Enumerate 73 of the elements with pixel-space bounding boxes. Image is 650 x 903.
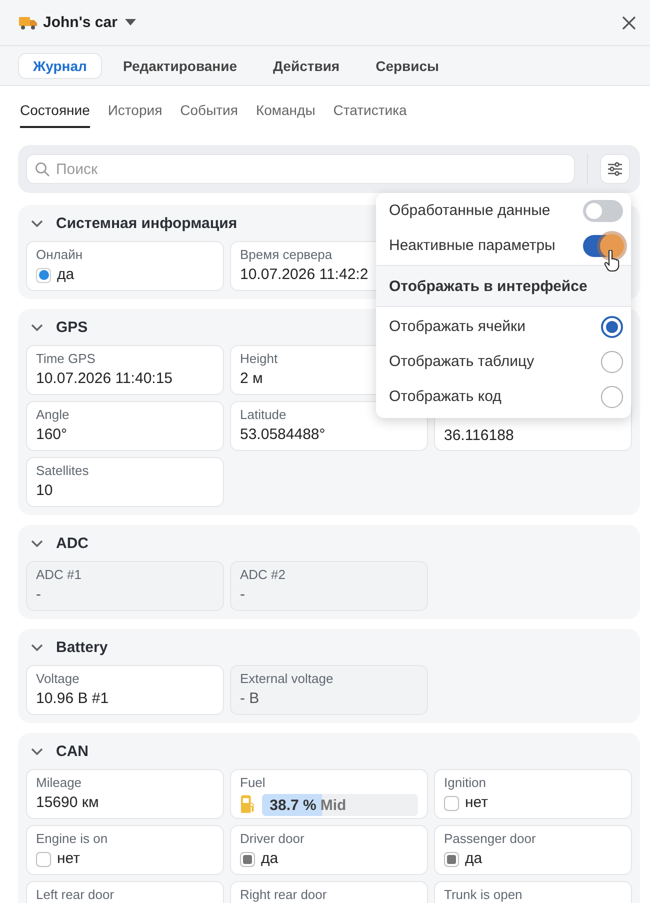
toggle-switch[interactable] (583, 200, 623, 222)
tab[interactable]: Редактирование (108, 52, 252, 78)
section-title: ADC (56, 534, 88, 552)
cell-value: 10.07.2026 11:40:15 (36, 370, 174, 388)
tab[interactable]: Действия (258, 52, 355, 78)
cell-label: Left rear door (36, 887, 116, 902)
toggle-switch[interactable] (583, 234, 623, 256)
fuel-level-note: Mid (320, 796, 346, 814)
option-label: Отображать код (389, 388, 502, 405)
cell-value: - (240, 586, 246, 604)
cell-value: 160° (36, 426, 68, 444)
cell-value: 53.0584488° (240, 426, 326, 444)
cell-value: 10.96 В #1 (36, 690, 110, 708)
sub-tab[interactable]: Состояние (20, 102, 90, 128)
section-title: Battery (56, 638, 108, 656)
toggle-label: Неактивные параметры (389, 237, 556, 254)
sliders-icon (607, 162, 623, 176)
settings-button[interactable] (600, 154, 630, 184)
fuel-percent: 38.7 % (270, 796, 316, 814)
cell-label: Онлайн (36, 247, 84, 262)
radio-button[interactable] (601, 350, 623, 372)
tab[interactable]: Сервисы (360, 52, 454, 78)
cell-value: 36.116188 (444, 427, 515, 445)
option-label: Отображать ячейки (389, 318, 526, 335)
cell-label: Voltage (36, 671, 80, 686)
cell-label: ADC #1 (36, 567, 83, 582)
cell-label: Trunk is open (444, 887, 524, 902)
cell-label: Time GPS (36, 351, 96, 366)
close-icon[interactable] (622, 16, 636, 30)
cell-value: 15690 км (36, 794, 100, 812)
cell-label: Right rear door (240, 887, 328, 902)
cell-value: - В (240, 690, 260, 708)
cell-label: Ignition (444, 775, 487, 790)
toggle-label: Обработанные данные (389, 202, 550, 219)
cell-value: да (465, 850, 482, 868)
cell-value: 2 м (240, 370, 264, 388)
window-title: John's car (43, 14, 118, 31)
cell-label: Fuel (240, 775, 266, 790)
cell-label: Latitude (240, 407, 288, 422)
cell-value: да (57, 266, 74, 284)
cell-label: Mileage (36, 775, 83, 790)
tab[interactable]: Журнал (18, 52, 102, 78)
section-title: Системная информация (56, 214, 238, 232)
cell-label: Driver door (240, 831, 306, 846)
section-title: GPS (56, 318, 88, 336)
cell-value: нет (465, 794, 488, 812)
option-label: Отображать таблицу (389, 353, 534, 370)
cell-value: 10.07.2026 11:42:2 (240, 266, 370, 284)
sub-tab[interactable]: Статистика (333, 102, 407, 128)
cell-value: да (261, 850, 278, 868)
cell-label: External voltage (240, 671, 334, 686)
search-field[interactable]: Поиск (26, 154, 575, 184)
cell-label: Satellites (36, 463, 90, 478)
sub-tab[interactable]: История (108, 102, 162, 128)
cell-value: - (36, 586, 42, 604)
sub-tab[interactable]: События (180, 102, 238, 128)
search-input[interactable]: Поиск (54, 160, 566, 178)
popup-heading: Отображать в интерфейсе (389, 278, 588, 294)
truck-icon (19, 16, 37, 30)
search-icon (35, 162, 50, 176)
sub-tab[interactable]: Команды (256, 102, 316, 128)
section-title: CAN (56, 742, 88, 760)
cell-label: Passenger door (444, 831, 537, 846)
cell-label: Engine is on (36, 831, 109, 846)
cell-label: Angle (36, 407, 70, 422)
cell-label: ADC #2 (240, 567, 287, 582)
dropdown-caret-icon[interactable] (125, 19, 136, 26)
cell-label: Время сервера (240, 247, 334, 262)
radio-button[interactable] (601, 316, 623, 338)
cell-value: нет (57, 850, 80, 868)
radio-button[interactable] (601, 386, 623, 408)
fuel-pump-icon (240, 795, 256, 815)
cell-value: 10 (36, 482, 54, 500)
